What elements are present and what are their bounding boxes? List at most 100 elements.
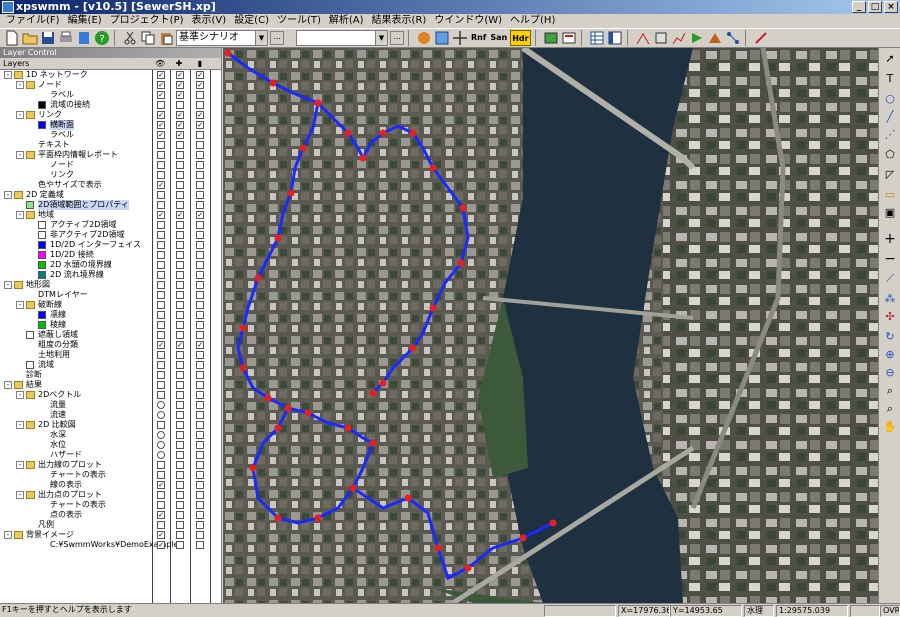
network-node[interactable]	[274, 514, 282, 522]
maximize-button[interactable]: □	[868, 1, 882, 13]
snap-checkbox[interactable]	[176, 161, 184, 169]
scenario-more-button[interactable]: …	[270, 31, 284, 45]
snap-checkbox[interactable]	[176, 421, 184, 429]
layer-row[interactable]: 水位	[0, 440, 222, 450]
layer-row[interactable]: ラベル ✓ ✓	[0, 130, 222, 140]
lock-checkbox[interactable]	[196, 361, 204, 369]
network-node[interactable]	[464, 564, 472, 572]
snap-checkbox[interactable]	[176, 301, 184, 309]
layer-row[interactable]: 非アクティブ2D領域	[0, 230, 222, 240]
secondary-select[interactable]: ▼	[296, 30, 388, 46]
layer-row[interactable]: 点の表示 ✓	[0, 510, 222, 520]
menu-item[interactable]: ツール(T)	[273, 14, 325, 28]
layer-row[interactable]: 1D/2D 接続	[0, 250, 222, 260]
visibility-checkbox[interactable]: ✓	[157, 541, 165, 549]
snap-checkbox[interactable]	[176, 201, 184, 209]
line-tool-icon[interactable]: ╱	[882, 110, 898, 124]
layer-row[interactable]: - 2D 定義域	[0, 190, 222, 200]
lock-checkbox[interactable]	[196, 171, 204, 179]
snap-checkbox[interactable]	[176, 291, 184, 299]
snap-checkbox[interactable]	[176, 231, 184, 239]
eye-icon[interactable]: 👁	[155, 59, 165, 69]
layer-row[interactable]: - 1D ネットワーク ✓ ✓ ✓	[0, 70, 222, 80]
pan-arrows-icon[interactable]: ✣	[882, 310, 898, 324]
layer-row[interactable]: 流域	[0, 360, 222, 370]
lock-checkbox[interactable]	[196, 421, 204, 429]
network-icon[interactable]	[725, 30, 741, 46]
zoom-window-icon[interactable]: ⌕	[882, 384, 898, 398]
lock-checkbox[interactable]	[196, 191, 204, 199]
layer-row[interactable]: - リンク ✓ ✓ ✓	[0, 110, 222, 120]
node-tool-icon[interactable]: ⁂	[882, 292, 898, 306]
snap-checkbox[interactable]	[176, 321, 184, 329]
crosshair-icon[interactable]	[452, 30, 468, 46]
lock-checkbox[interactable]: ✓	[196, 211, 204, 219]
lock-checkbox[interactable]	[196, 301, 204, 309]
snap-checkbox[interactable]: ✓	[176, 81, 184, 89]
lock-checkbox[interactable]: ✓	[196, 81, 204, 89]
snap-checkbox[interactable]	[176, 171, 184, 179]
network-node[interactable]	[344, 424, 352, 432]
network-node[interactable]	[369, 389, 377, 397]
layer-row[interactable]: テキスト	[0, 140, 222, 150]
image-icon[interactable]	[543, 30, 559, 46]
network-node[interactable]	[287, 189, 295, 197]
select-arrow-icon[interactable]: ➚	[882, 52, 898, 66]
snap-checkbox[interactable]	[176, 501, 184, 509]
layer-row[interactable]: - 地域 ✓ ✓ ✓	[0, 210, 222, 220]
network-node[interactable]	[264, 394, 272, 402]
network-node[interactable]	[274, 424, 282, 432]
lock-checkbox[interactable]	[196, 331, 204, 339]
layer-row[interactable]: 2D領域範囲とプロパティ	[0, 200, 222, 210]
network-node[interactable]	[434, 544, 442, 552]
network-node[interactable]	[409, 344, 417, 352]
snap-checkbox[interactable]	[176, 221, 184, 229]
rnf-button[interactable]: Rnf	[470, 30, 487, 46]
network-node[interactable]	[224, 49, 232, 57]
network-node[interactable]	[379, 129, 387, 137]
expand-toggle[interactable]: -	[4, 531, 12, 539]
layer-row[interactable]: 診断	[0, 370, 222, 380]
lock-checkbox[interactable]: ✓	[196, 121, 204, 129]
snap-checkbox[interactable]	[176, 471, 184, 479]
color-swatch[interactable]	[38, 221, 46, 229]
menu-item[interactable]: プロジェクト(P)	[106, 14, 188, 28]
layer-row[interactable]: - 破断線	[0, 300, 222, 310]
snap-checkbox[interactable]	[176, 371, 184, 379]
zoom-extent-icon[interactable]: ⌕	[882, 402, 898, 416]
visibility-checkbox[interactable]: ✓	[157, 121, 165, 129]
lock-checkbox[interactable]	[196, 501, 204, 509]
visibility-checkbox[interactable]	[157, 141, 165, 149]
network-node[interactable]	[284, 404, 292, 412]
network-node[interactable]	[249, 464, 257, 472]
lock-checkbox[interactable]	[196, 161, 204, 169]
lock-checkbox[interactable]	[196, 201, 204, 209]
expand-toggle[interactable]: -	[16, 211, 24, 219]
cut-icon[interactable]	[122, 30, 138, 46]
visibility-checkbox[interactable]	[157, 281, 165, 289]
snap-checkbox[interactable]: ✓	[176, 111, 184, 119]
color-swatch[interactable]	[38, 311, 46, 319]
visibility-checkbox[interactable]	[157, 351, 165, 359]
shape-tool-icon[interactable]: ◸	[882, 168, 898, 182]
snap-checkbox[interactable]	[176, 431, 184, 439]
lock-checkbox[interactable]	[196, 441, 204, 449]
visibility-checkbox[interactable]	[157, 271, 165, 279]
snap-checkbox[interactable]	[176, 181, 184, 189]
layer-row[interactable]: 水深	[0, 430, 222, 440]
close-button[interactable]: ×	[884, 1, 898, 13]
layer-row[interactable]: - 平面枠内情報レポート	[0, 150, 222, 160]
layer-row[interactable]: - 背景イメージ ✓	[0, 530, 222, 540]
layer-row[interactable]: 線の表示 ✓	[0, 480, 222, 490]
color-swatch[interactable]	[38, 261, 46, 269]
lock-checkbox[interactable]	[196, 521, 204, 529]
snap-checkbox[interactable]	[176, 381, 184, 389]
menu-item[interactable]: ファイル(F)	[2, 14, 64, 28]
snap-checkbox[interactable]: ✓	[176, 341, 184, 349]
layer-row[interactable]: 2D 流れ境界線	[0, 270, 222, 280]
network-node[interactable]	[404, 494, 412, 502]
color-swatch[interactable]	[38, 231, 46, 239]
visibility-checkbox[interactable]	[157, 321, 165, 329]
snap-checkbox[interactable]	[176, 461, 184, 469]
layer-row[interactable]: アクティブ2D領域	[0, 220, 222, 230]
